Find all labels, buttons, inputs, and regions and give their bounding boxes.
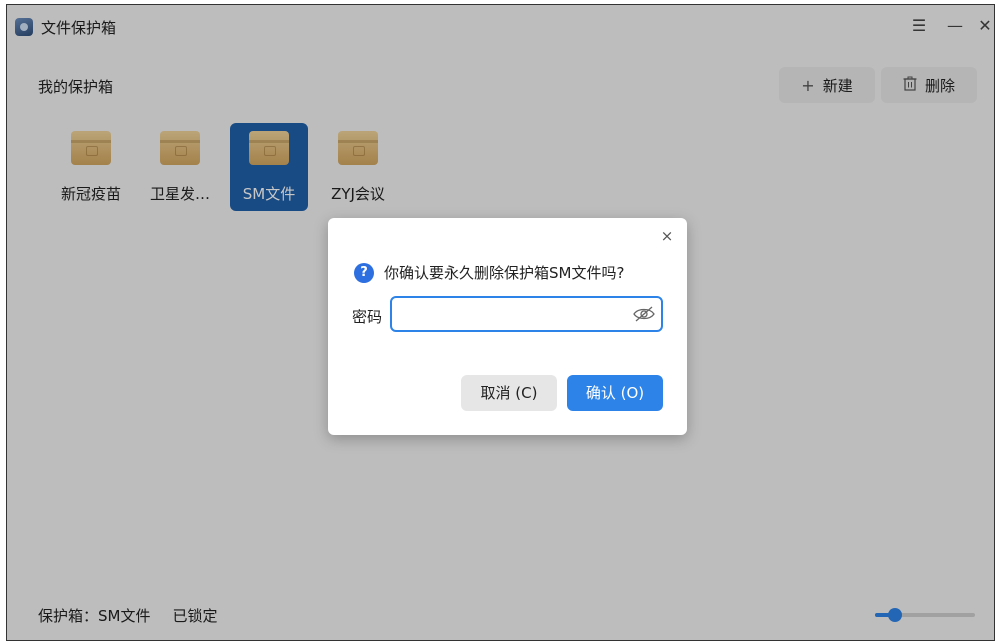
eye-off-icon[interactable] — [633, 305, 655, 323]
password-input[interactable] — [390, 296, 663, 332]
dialog-message: 你确认要永久删除保护箱SM文件吗? — [384, 264, 625, 282]
delete-confirm-dialog: × ? 你确认要永久删除保护箱SM文件吗? 密码 取消 (C) 确认 (O) — [328, 218, 687, 435]
dialog-close-icon[interactable]: × — [657, 226, 677, 246]
question-icon: ? — [354, 263, 374, 283]
password-label: 密码 — [352, 308, 383, 326]
confirm-button[interactable]: 确认 (O) — [567, 375, 663, 411]
cancel-button[interactable]: 取消 (C) — [461, 375, 557, 411]
app-window: 文件保护箱 ☰ — ✕ 我的保护箱 + 新建 删除 新冠疫苗 卫星发… SM文件 — [6, 4, 995, 641]
